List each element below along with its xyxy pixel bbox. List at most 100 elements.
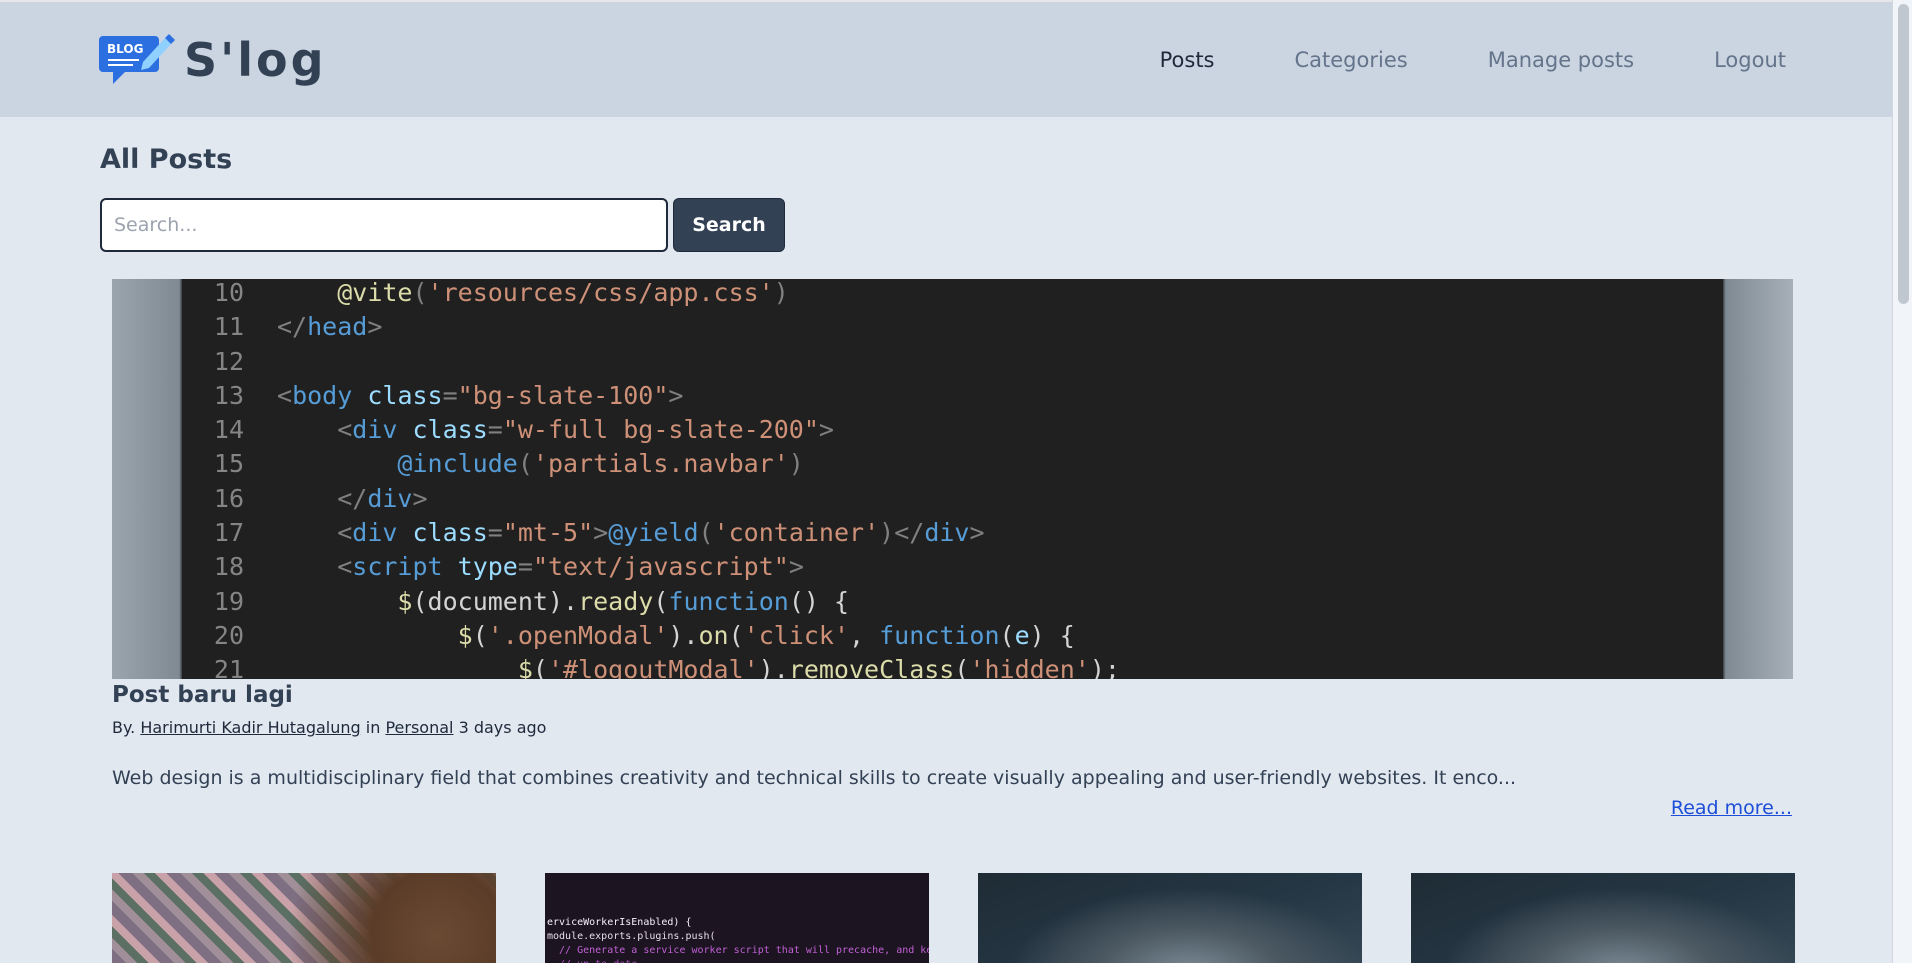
code-token: 'click' xyxy=(743,620,850,650)
post-card-thumbnail[interactable] xyxy=(1411,873,1795,963)
search-button[interactable]: Search xyxy=(673,198,785,252)
code-token: '#logoutModal' xyxy=(547,655,759,679)
code-token: div xyxy=(367,483,413,513)
scrollbar-thumb[interactable] xyxy=(1898,4,1909,304)
code-token: < xyxy=(337,415,353,445)
code-token: removeClass xyxy=(788,655,955,679)
logo-text: BLOG xyxy=(107,42,143,56)
line-number: 10 xyxy=(213,279,244,307)
code-token: < xyxy=(277,380,293,410)
nav-logout[interactable]: Logout xyxy=(1714,46,1786,74)
code-token: '.openModal' xyxy=(487,620,669,650)
post-card-thumbnail[interactable] xyxy=(978,873,1362,963)
code-token: , xyxy=(849,620,880,650)
navbar: BLOG S'log Posts Categories Manage posts… xyxy=(0,0,1893,117)
code-token: head xyxy=(307,312,368,342)
code-token: $ xyxy=(517,655,533,679)
page-scrollbar[interactable] xyxy=(1892,0,1912,963)
code-token: "mt-5" xyxy=(502,518,594,548)
post-card-thumbnail[interactable] xyxy=(112,873,496,963)
author-link[interactable]: Harimurti Kadir Hutagalung xyxy=(140,718,360,737)
read-more-link[interactable]: Read more... xyxy=(1671,797,1792,819)
thumbnail-code-line: // up to date xyxy=(545,958,929,963)
code-token: </ xyxy=(894,518,925,548)
code-token: ( xyxy=(532,655,548,679)
code-line: 16 </div> xyxy=(182,482,1120,516)
code-token: < xyxy=(337,518,353,548)
code-screenshot: 10 @vite('resources/css/app.css') 11 </hea… xyxy=(182,279,1723,679)
code-line: 18 <script type="text/javascript"> xyxy=(182,550,1120,584)
code-token: ( xyxy=(954,655,970,679)
code-lines: 10 @vite('resources/css/app.css') 11 </hea… xyxy=(182,279,1120,679)
code-token: e xyxy=(1014,620,1030,650)
brand[interactable]: BLOG S'log xyxy=(99,32,327,88)
code-token: ( xyxy=(698,518,714,548)
line-number: 18 xyxy=(213,552,244,582)
brand-name[interactable]: S'log xyxy=(184,32,327,88)
code-token: </ xyxy=(337,483,368,513)
code-token: ( xyxy=(412,279,428,307)
main-nav: Posts Categories Manage posts Logout xyxy=(1080,46,1786,74)
code-token: > xyxy=(818,415,834,445)
code-token: 'container' xyxy=(713,518,880,548)
post-title[interactable]: Post baru lagi xyxy=(112,682,293,708)
code-token: > xyxy=(969,518,985,548)
category-link[interactable]: Personal xyxy=(385,718,453,737)
line-number: 21 xyxy=(213,655,244,679)
nav-posts[interactable]: Posts xyxy=(1160,46,1215,74)
code-token: ). xyxy=(758,655,789,679)
thumbnail-code-line: erviceWorkerIsEnabled) { xyxy=(547,917,692,928)
code-token: ( xyxy=(653,586,669,616)
code-token: 'resources/css/app.css' xyxy=(427,279,774,307)
post-meta: By. Harimurti Kadir Hutagalung in Person… xyxy=(112,718,546,737)
post-card-thumbnail[interactable]: erviceWorkerIsEnabled) {module.exports.p… xyxy=(545,873,929,963)
code-token: class xyxy=(412,415,488,445)
search-input[interactable] xyxy=(100,198,668,252)
code-token: $ xyxy=(457,620,473,650)
code-token: () { xyxy=(788,586,850,616)
code-token: body xyxy=(292,380,353,410)
code-token: = xyxy=(487,518,503,548)
code-token: ). xyxy=(668,620,699,650)
code-token: "w-full bg-slate-200" xyxy=(502,415,819,445)
blog-logo-icon: BLOG xyxy=(99,34,175,84)
line-number: 20 xyxy=(213,620,244,650)
code-token: > xyxy=(367,312,383,342)
code-token: ( xyxy=(728,620,744,650)
code-token: 'hidden' xyxy=(969,655,1090,679)
line-number: 11 xyxy=(213,312,244,342)
code-token: < xyxy=(337,552,353,582)
line-number: 12 xyxy=(213,346,244,376)
code-token: ( xyxy=(472,620,488,650)
code-token: "text/javascript" xyxy=(532,552,789,582)
code-line: 13 <body class="bg-slate-100"> xyxy=(182,379,1120,413)
code-token: > xyxy=(788,552,804,582)
code-token: function xyxy=(879,620,1000,650)
thumbnail-code: erviceWorkerIsEnabled) {module.exports.p… xyxy=(545,873,929,963)
code-token: ); xyxy=(1089,655,1120,679)
code-token: </ xyxy=(277,312,308,342)
code-line: 21 $('#logoutModal').removeClass('hidden… xyxy=(182,653,1120,679)
post-excerpt: Web design is a multidisciplinary field … xyxy=(112,767,1517,789)
code-token: = xyxy=(442,380,458,410)
code-line: 17 <div class="mt-5">@yield('container')… xyxy=(182,516,1120,550)
page-title: All Posts xyxy=(100,144,233,175)
code-token: "bg-slate-100" xyxy=(457,380,669,410)
line-number: 16 xyxy=(213,483,244,513)
code-token: div xyxy=(352,415,398,445)
featured-post-image[interactable]: 10 @vite('resources/css/app.css') 11 </hea… xyxy=(112,279,1793,679)
code-token: script xyxy=(352,552,443,582)
code-token: div xyxy=(924,518,970,548)
nav-categories[interactable]: Categories xyxy=(1295,46,1408,74)
line-number: 14 xyxy=(213,415,244,445)
code-token: ) xyxy=(879,518,895,548)
nav-manage-posts[interactable]: Manage posts xyxy=(1488,46,1634,74)
code-token: @include xyxy=(397,449,518,479)
code-line: 10 @vite('resources/css/app.css') xyxy=(182,279,1120,310)
